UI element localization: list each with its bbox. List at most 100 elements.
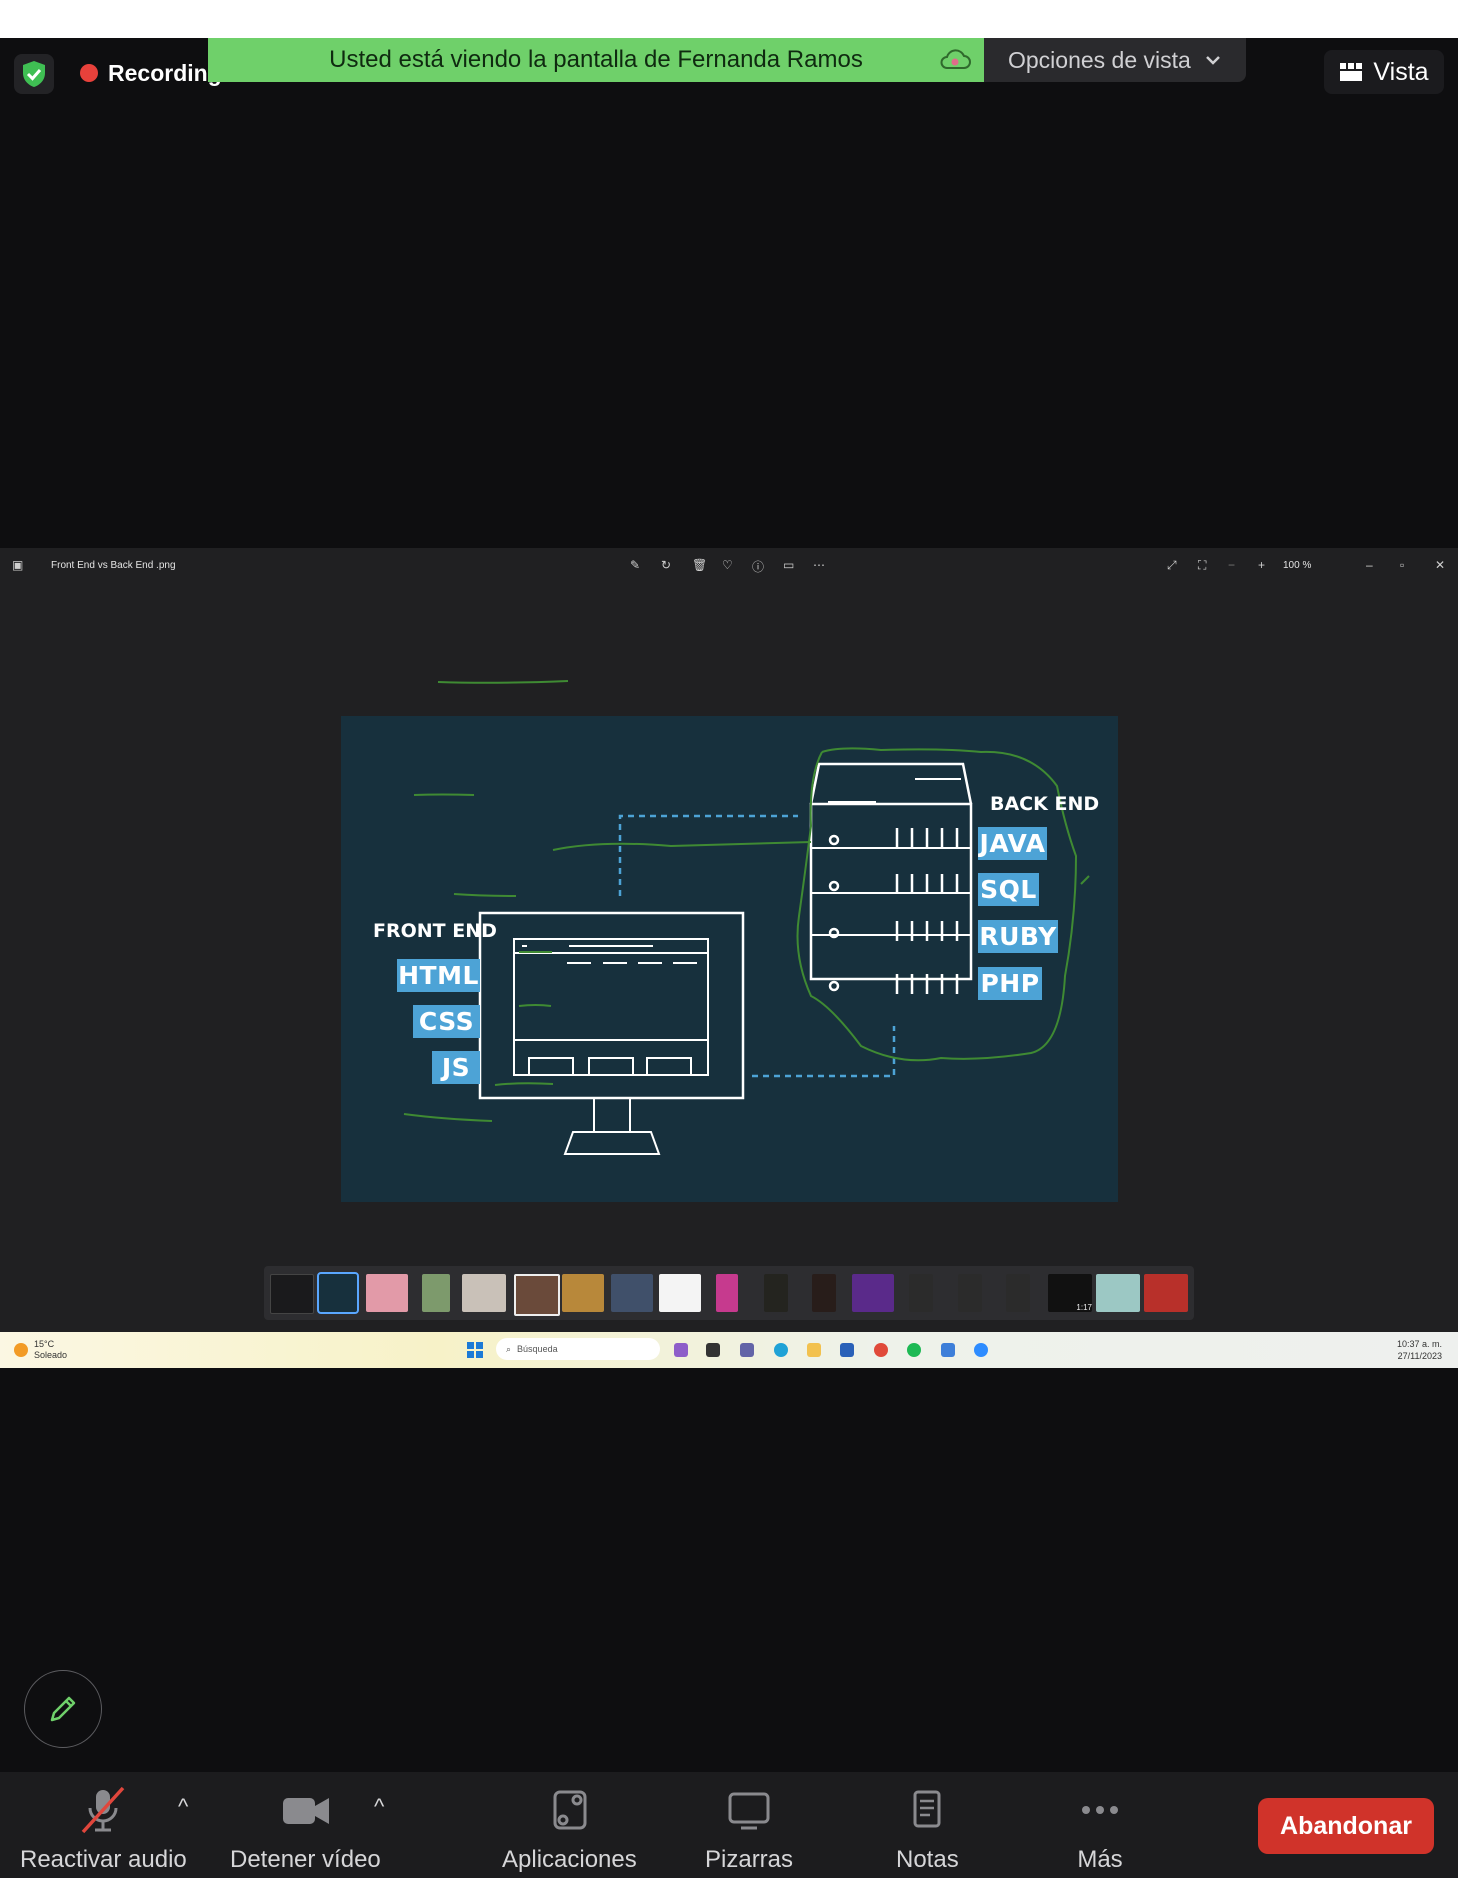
thumbnail[interactable] [659,1274,701,1312]
recording-label: Recording [108,59,222,86]
back-tag-php: PHP [978,967,1042,1000]
windows-taskbar: 15°C Soleado ⌕ Búsqueda 10:37 a. m. 27/1… [0,1332,1458,1368]
zoom-app-icon[interactable] [974,1343,988,1357]
whiteboards-button[interactable]: Pizarras [705,1786,793,1874]
maximize-icon[interactable]: ▫ [1400,558,1404,572]
apps-button[interactable]: Aplicaciones [502,1786,637,1874]
more-button[interactable]: Más [1072,1786,1128,1874]
recording-dot-icon [80,64,98,82]
favorite-icon[interactable]: ♡ [722,558,733,572]
video-options-caret-icon[interactable]: ^ [374,1794,384,1820]
front-tag-css: CSS [413,1005,480,1038]
more-dots-icon [1082,1806,1118,1814]
delete-icon[interactable]: 🗑 [692,558,707,572]
chrome-icon[interactable] [874,1343,888,1357]
back-end-heading: BACK END [990,793,1100,815]
close-icon[interactable]: ✕ [1435,558,1445,572]
rotate-icon[interactable]: ↻ [661,558,671,572]
clock-time: 10:37 a. m. [1396,1339,1442,1349]
spotify-icon[interactable] [907,1343,921,1357]
back-tag-ruby: RUBY [978,920,1058,953]
video-duration: 1:17 [1076,1303,1092,1312]
thumbnail[interactable] [716,1274,738,1312]
screen-share-banner: Usted está viendo la pantalla de Fernand… [208,38,984,82]
top-margin [0,0,1458,38]
whiteboard-icon [728,1792,770,1830]
thumbnail[interactable] [1006,1274,1030,1312]
temperature: 15°C [34,1339,55,1349]
video-label: Detener vídeo [230,1846,381,1873]
back-tag-sql: SQL [978,873,1039,906]
thumbnail-filmstrip: 1:17 [264,1266,1194,1320]
file-explorer-icon[interactable] [807,1343,821,1357]
leave-meeting-button[interactable]: Abandonar [1258,1798,1434,1854]
thumbnail[interactable] [462,1274,506,1312]
thumbnail[interactable] [562,1274,604,1312]
minimize-icon[interactable]: – [1366,558,1373,572]
copilot-icon[interactable] [674,1343,688,1357]
thumbnail[interactable] [1096,1274,1140,1312]
teams-icon[interactable] [740,1343,754,1357]
annotate-pen-button[interactable] [24,1670,102,1748]
view-options-dropdown[interactable]: Opciones de vista [984,38,1246,82]
notes-label: Notas [896,1846,959,1873]
more-icon[interactable]: ⋯ [813,558,825,572]
thumbnail[interactable] [764,1274,788,1312]
back-tag-java: JAVA [978,827,1047,860]
weather-widget[interactable]: 15°C Soleado [14,1339,67,1361]
thumbnail[interactable] [366,1274,408,1312]
front-vs-back-image: FRONT END HTML CSS JS BACK END JAVA SQL … [341,716,1118,1202]
video-thumbnail[interactable]: 1:17 [1048,1274,1092,1312]
view-button[interactable]: Vista [1324,50,1444,94]
search-icon: ⌕ [506,1343,512,1354]
zoom-out-icon[interactable]: − [1228,558,1235,572]
thumbnail[interactable] [812,1274,836,1312]
fit-icon[interactable]: ⛶ [1198,558,1206,573]
more-label: Más [1077,1846,1123,1873]
apps-icon [553,1790,587,1830]
taskbar-search[interactable]: ⌕ Búsqueda [496,1338,660,1360]
thumbnail[interactable] [422,1274,450,1312]
thumbnail[interactable] [514,1274,560,1316]
thumbnail[interactable] [852,1274,894,1312]
whiteboards-label: Pizarras [705,1846,794,1873]
security-shield-icon[interactable] [14,54,54,94]
zoom-in-icon[interactable]: + [1258,558,1265,572]
thumbnail-selected[interactable] [317,1272,359,1314]
store-icon[interactable] [840,1343,854,1357]
info-icon[interactable]: ⓘ [752,558,764,575]
windows-start-icon[interactable] [467,1342,483,1358]
photo-viewer-titlebar: ▣ Front End vs Back End .png ✎ ↻ 🗑 ♡ ⓘ ▭… [0,548,1458,584]
weather-condition: Soleado [34,1350,68,1360]
edit-icon[interactable]: ✎ [630,558,640,572]
thumbnail[interactable] [1144,1274,1188,1312]
weather-sun-icon [14,1343,28,1357]
thumbnail[interactable] [270,1274,314,1314]
thumbnail[interactable] [909,1274,933,1312]
notes-button[interactable]: Notas [896,1786,959,1874]
thumbnail[interactable] [958,1274,982,1312]
chevron-down-icon [1205,56,1220,65]
audio-options-caret-icon[interactable]: ^ [178,1794,188,1820]
app-icon[interactable] [941,1343,955,1357]
cloud-recording-icon [938,46,972,79]
fullscreen-icon[interactable]: ⤢ [1167,558,1177,573]
clock-date: 27/11/2023 [1397,1351,1442,1361]
apps-label: Aplicaciones [502,1846,637,1873]
grid-view-icon [1340,63,1363,81]
search-placeholder: Búsqueda [517,1344,558,1354]
taskbar-clock[interactable]: 10:37 a. m. 27/11/2023 [1397,1338,1442,1362]
app-icon: ▣ [12,558,24,572]
notes-icon [913,1790,941,1828]
pencil-icon [50,1696,76,1722]
slideshow-icon[interactable]: ▭ [783,558,794,572]
recording-indicator[interactable]: Recording [80,58,222,88]
task-view-icon[interactable] [706,1343,720,1357]
unmute-audio-button[interactable]: Reactivar audio [20,1786,187,1874]
thumbnail[interactable] [611,1274,653,1312]
stop-video-button[interactable]: Detener vídeo [230,1786,381,1874]
edge-icon[interactable] [774,1343,788,1357]
front-end-heading: FRONT END [373,920,497,942]
view-options-label: Opciones de vista [1008,46,1191,73]
muted-mic-icon [82,1786,125,1834]
